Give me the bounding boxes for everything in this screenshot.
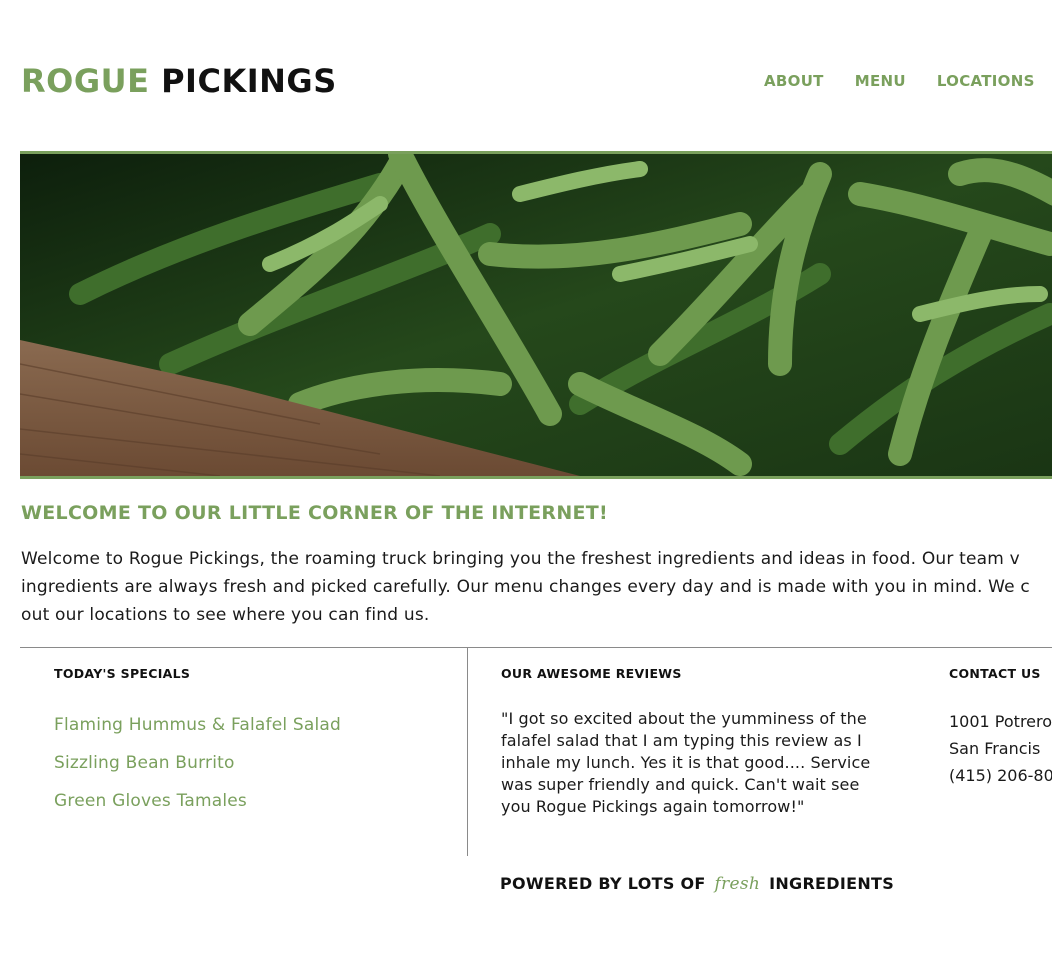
nav-link-about[interactable]: ABOUT xyxy=(764,72,824,90)
welcome-heading: WELCOME TO OUR LITTLE CORNER OF THE INTE… xyxy=(21,502,609,524)
welcome-text: Welcome to Rogue Pickings, the roaming t… xyxy=(21,549,1030,625)
specials-list: Flaming Hummus & Falafel Salad Sizzling … xyxy=(54,706,341,820)
contact-info: 1001 Potrero San Francis (415) 206-80 xyxy=(949,708,1052,789)
logo-text-rogue: ROGUE xyxy=(21,62,150,100)
review-quote: "I got so excited about the yumminess of… xyxy=(501,709,871,816)
footer-text-after: INGREDIENTS xyxy=(769,874,895,893)
contact-phone[interactable]: (415) 206-80 xyxy=(949,762,1052,789)
contact-heading: CONTACT US xyxy=(949,666,1041,681)
logo-text-pickings: PICKINGS xyxy=(161,62,337,100)
special-item[interactable]: Sizzling Bean Burrito xyxy=(54,744,341,782)
special-item[interactable]: Flaming Hummus & Falafel Salad xyxy=(54,706,341,744)
column-divider xyxy=(467,648,468,856)
special-item[interactable]: Green Gloves Tamales xyxy=(54,782,341,820)
footer-fresh-accent: fresh xyxy=(714,874,761,894)
specials-heading: TODAY'S SPECIALS xyxy=(54,666,191,681)
reviews-heading: OUR AWESOME REVIEWS xyxy=(501,666,682,681)
green-beans-photo xyxy=(20,154,1052,476)
main-nav: ABOUT MENU LOCATIONS xyxy=(764,72,1035,90)
footer-tagline: POWERED BY LOTS OF fresh INGREDIENTS xyxy=(500,874,894,894)
nav-link-locations[interactable]: LOCATIONS xyxy=(937,72,1035,90)
footer-text-before: POWERED BY LOTS OF xyxy=(500,874,706,893)
hero-banner xyxy=(20,151,1052,479)
nav-link-menu[interactable]: MENU xyxy=(855,72,906,90)
contact-address-line: 1001 Potrero xyxy=(949,712,1052,731)
contact-city-line: San Francis xyxy=(949,739,1041,758)
section-divider xyxy=(20,647,1052,648)
site-logo[interactable]: ROGUE PICKINGS xyxy=(21,62,337,100)
